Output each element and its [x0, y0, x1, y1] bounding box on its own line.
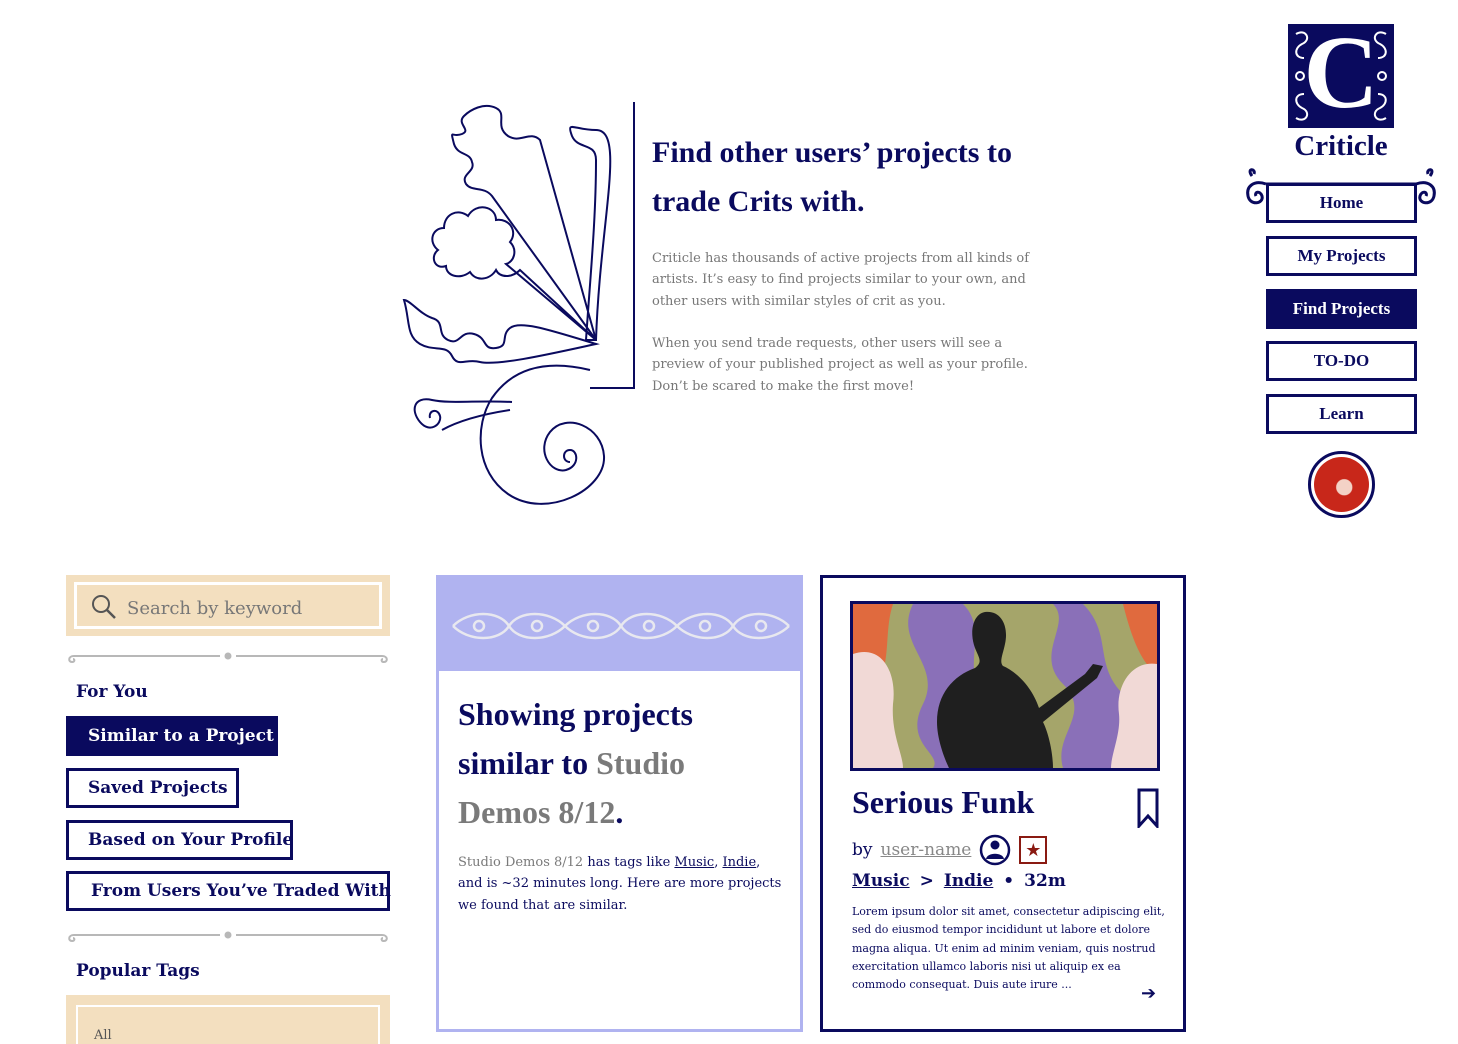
- category-link[interactable]: Music: [852, 871, 910, 891]
- logo-letter: C: [1303, 15, 1379, 130]
- filter-traded-with[interactable]: From Users You’ve Traded With: [66, 871, 391, 911]
- project-meta: Music > Indie • 32m: [852, 871, 1066, 891]
- search-field-frame: [74, 582, 382, 629]
- popular-tags-heading: Popular Tags: [76, 961, 200, 981]
- title-suffix: .: [615, 794, 624, 830]
- tags-list: All: [76, 1005, 380, 1044]
- duration: 32m: [1024, 871, 1066, 891]
- avatar[interactable]: [1308, 451, 1375, 518]
- search-input[interactable]: [127, 595, 367, 621]
- filter-similar-to-project[interactable]: Similar to a Project: [66, 716, 278, 756]
- similar-project-card: Showing projects similar to Studio Demos…: [436, 575, 803, 1032]
- author-link[interactable]: user-name: [881, 840, 972, 860]
- tags-panel: All: [66, 995, 390, 1044]
- similar-card-title: Showing projects similar to Studio Demos…: [458, 690, 778, 837]
- logo[interactable]: C: [1288, 18, 1394, 128]
- nav-todo[interactable]: TO-DO: [1266, 341, 1417, 381]
- tag-music-link[interactable]: Music: [674, 855, 714, 870]
- arrow-right-icon[interactable]: ➔: [1141, 983, 1156, 1004]
- filter-based-on-profile[interactable]: Based on Your Profile: [66, 820, 293, 860]
- brand-name: Criticle: [1294, 130, 1388, 162]
- nav-learn[interactable]: Learn: [1266, 394, 1417, 434]
- tag-all[interactable]: All: [94, 1028, 112, 1043]
- search-icon: [92, 595, 116, 619]
- project-image: [853, 604, 1157, 768]
- user-icon[interactable]: [979, 834, 1011, 866]
- card-banner: [439, 578, 800, 671]
- project-title[interactable]: Serious Funk: [852, 784, 1034, 821]
- ornament-flourish: [402, 102, 635, 505]
- star-badge-icon[interactable]: ★: [1019, 836, 1048, 864]
- project-description: Lorem ipsum dolor sit amet, consectetur …: [852, 905, 1165, 992]
- desc-project: Studio Demos 8/12: [458, 855, 584, 870]
- nav-find-projects[interactable]: Find Projects: [1266, 289, 1417, 329]
- nav-my-projects[interactable]: My Projects: [1266, 236, 1417, 276]
- avatar-image: [1314, 457, 1369, 512]
- similar-card-description: Studio Demos 8/12 has tags like Music, I…: [458, 852, 788, 916]
- for-you-heading: For You: [76, 682, 148, 702]
- filter-saved-projects[interactable]: Saved Projects: [66, 768, 239, 808]
- divider: [68, 931, 388, 943]
- hero-paragraph-1: Criticle has thousands of active project…: [652, 251, 1030, 309]
- nav-home[interactable]: Home: [1266, 183, 1417, 223]
- project-thumbnail[interactable]: [850, 601, 1160, 771]
- meta-dot: •: [1003, 871, 1015, 891]
- search-box: [66, 575, 390, 636]
- by-label: by: [852, 840, 873, 860]
- subcategory-link[interactable]: Indie: [944, 871, 993, 891]
- hero-paragraph-2: When you send trade requests, other user…: [652, 336, 1028, 394]
- project-card[interactable]: Serious Funk by user-name ★ Music > Indi…: [820, 575, 1186, 1032]
- bookmark-icon[interactable]: [1137, 788, 1159, 828]
- desc-has-tags: has tags like: [583, 855, 675, 870]
- tag-indie-link[interactable]: Indie: [722, 855, 756, 870]
- divider: [68, 652, 388, 664]
- author-line: by user-name ★: [852, 834, 1048, 866]
- banner-ornament: [452, 612, 790, 640]
- chevron-right-icon: >: [919, 871, 934, 891]
- hero-title: Find other users’ projects to trade Crit…: [652, 136, 1012, 218]
